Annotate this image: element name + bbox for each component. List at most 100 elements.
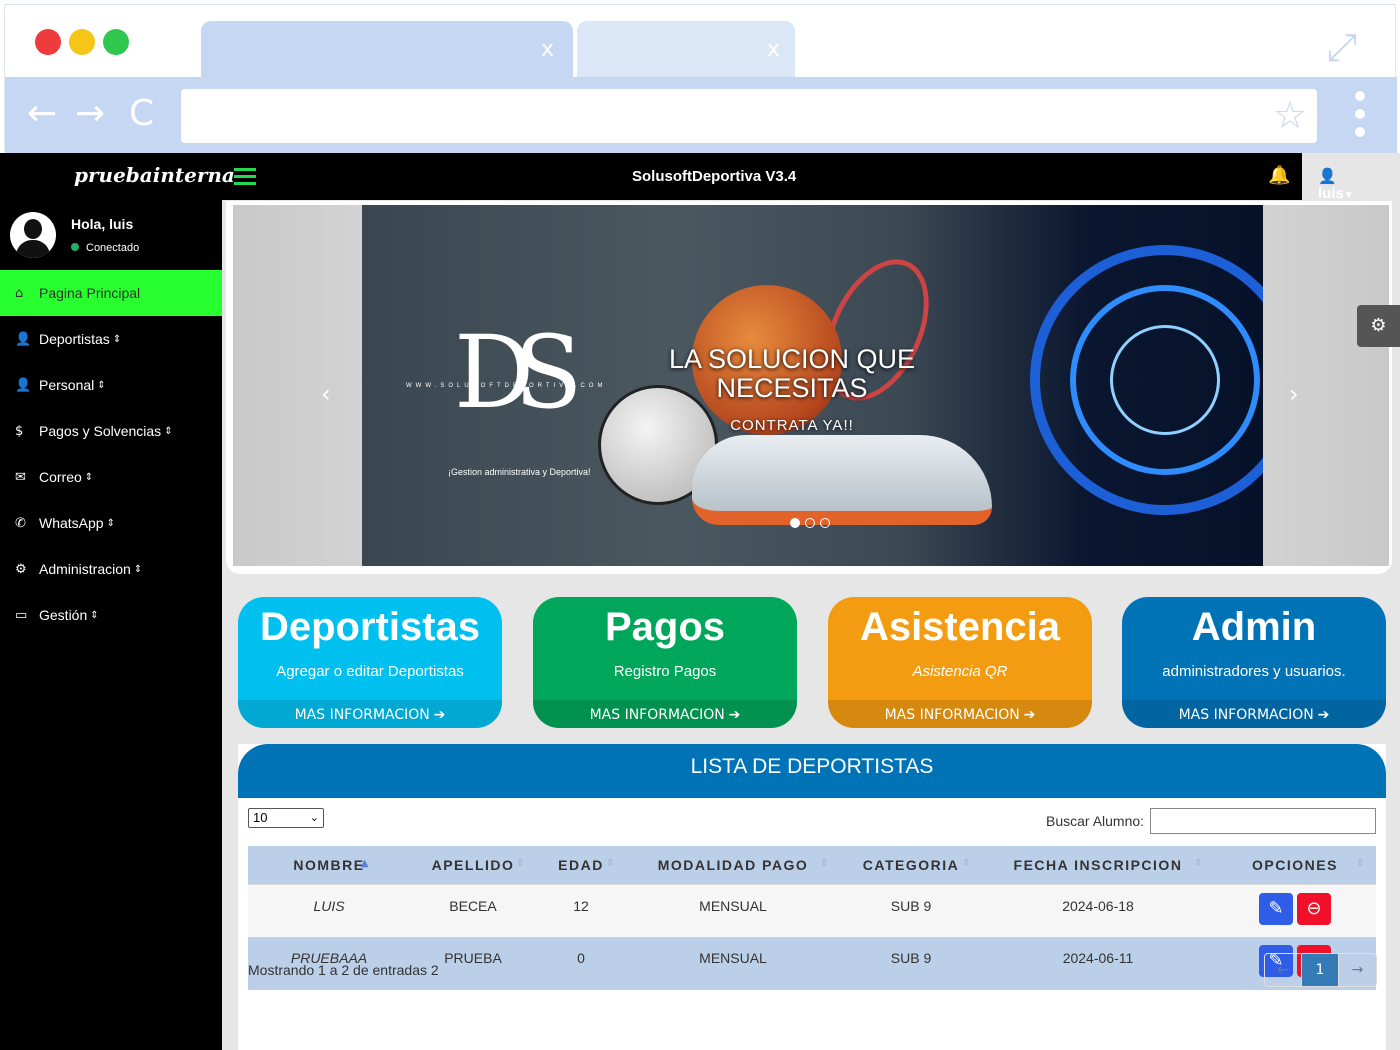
carousel-slide: DS WWW.SOLUSOFTDEPORTIVA.COM ¡Gestion ad… bbox=[362, 205, 1263, 566]
carousel-prev-icon[interactable]: ‹ bbox=[321, 380, 331, 408]
caret-down-icon: ▾ bbox=[1345, 188, 1352, 201]
sort-icon: ⇕ bbox=[1194, 858, 1204, 869]
delete-user-button[interactable]: ⊖ bbox=[1297, 892, 1331, 925]
brand-logo[interactable]: pruebainterna bbox=[74, 163, 235, 187]
arrow-circle-right-icon: ➔ bbox=[433, 707, 446, 723]
tab-close-icon[interactable]: x bbox=[767, 37, 780, 62]
sidebar-item-label: Gestión bbox=[39, 607, 88, 623]
edit-user-button[interactable]: ✎ bbox=[1259, 892, 1293, 925]
search-input[interactable] bbox=[1150, 808, 1376, 834]
more-info-link[interactable]: MAS INFORMACION ➔ bbox=[828, 700, 1092, 728]
carousel-indicator[interactable] bbox=[820, 518, 830, 528]
box-title: Deportistas bbox=[259, 605, 481, 649]
box-asistencia: Asistencia Asistencia QR MAS INFORMACION ➔ bbox=[828, 597, 1092, 728]
more-info-link[interactable]: MAS INFORMACION ➔ bbox=[238, 700, 502, 728]
sort-icon: ⇕ bbox=[106, 517, 115, 529]
envelope-icon: ✉ bbox=[15, 469, 26, 485]
page-length-select[interactable]: 10 ⌄ bbox=[248, 808, 324, 828]
more-info-link[interactable]: MAS INFORMACION ➔ bbox=[1122, 700, 1386, 728]
column-header-categoria[interactable]: CATEGORIA ⇕ bbox=[840, 846, 982, 884]
sidebar-item-pagos-y-solvencias[interactable]: $ Pagos y Solvencias ⇕ bbox=[0, 408, 222, 454]
folder-open-icon: ▭ bbox=[15, 607, 28, 623]
column-header-edad[interactable]: EDAD ⇕ bbox=[536, 846, 626, 884]
window-controls bbox=[35, 29, 129, 55]
logo-tagline: ¡Gestion administrativa y Deportiva! bbox=[448, 467, 591, 477]
tab-close-icon[interactable]: x bbox=[541, 37, 554, 62]
column-header-fecha-inscripcion[interactable]: FECHA INSCRIPCION ⇕ bbox=[982, 846, 1214, 884]
sort-icon: ⇕ bbox=[133, 563, 143, 575]
more-info-link[interactable]: MAS INFORMACION ➔ bbox=[533, 700, 797, 728]
sneaker-image bbox=[692, 435, 992, 525]
sort-icon: ⇕ bbox=[97, 379, 106, 391]
browser-menu-icon[interactable] bbox=[1355, 91, 1365, 137]
dollar-icon: $ bbox=[15, 423, 24, 439]
sidebar-item-deportistas[interactable]: 👤 Deportistas ⇕ bbox=[0, 316, 222, 362]
sidebar-item-pagina-principal[interactable]: ⌂ Pagina Principal bbox=[0, 270, 222, 316]
panel-title: LISTA DE DEPORTISTAS bbox=[238, 744, 1386, 798]
greeting: Hola, luis bbox=[71, 216, 134, 232]
cell-modalidad: MENSUAL bbox=[626, 937, 840, 990]
sidebar-item-gesti-n[interactable]: ▭ Gestión ⇕ bbox=[0, 592, 222, 638]
bookmark-star-icon[interactable]: ☆ bbox=[1273, 93, 1307, 137]
sidebar: Hola, luis Conectado ⌂ Pagina Principal 👤 D… bbox=[0, 200, 222, 1050]
sidebar-item-correo[interactable]: ✉ Correo ⇕ bbox=[0, 454, 222, 500]
forward-arrow-icon[interactable]: → bbox=[75, 93, 105, 134]
pagination-next[interactable]: → bbox=[1339, 954, 1376, 986]
carousel-indicators bbox=[790, 518, 830, 528]
address-bar[interactable]: ☆ bbox=[181, 89, 1317, 143]
sidebar-item-label: Pagina Principal bbox=[39, 285, 141, 301]
box-title: Asistencia bbox=[859, 605, 1061, 649]
top-navbar: pruebainterna SolusoftDeportiva V3.4 🔔 👤… bbox=[0, 153, 1351, 202]
expand-icon[interactable]: ⤢ bbox=[1327, 25, 1357, 70]
banner-carousel: DS WWW.SOLUSOFTDEPORTIVA.COM ¡Gestion ad… bbox=[233, 205, 1389, 566]
arrow-circle-right-icon: ➔ bbox=[728, 707, 741, 723]
home-icon: ⌂ bbox=[15, 285, 24, 301]
column-header-modalidad-pago[interactable]: MODALIDAD PAGO ⇕ bbox=[626, 846, 840, 884]
avatar bbox=[10, 212, 56, 258]
box-subtitle: Asistencia QR bbox=[912, 663, 1008, 680]
column-header-apellido[interactable]: APELLIDO ⇕ bbox=[410, 846, 536, 884]
app-title: SolusoftDeportiva V3.4 bbox=[632, 168, 797, 185]
caption-title: LA SOLUCION QUE NECESITAS bbox=[668, 344, 916, 403]
column-header-nombre[interactable]: NOMBRE ▲ bbox=[248, 846, 410, 884]
sidebar-item-personal[interactable]: 👤 Personal ⇕ bbox=[0, 362, 222, 408]
close-window-button[interactable] bbox=[35, 29, 61, 55]
column-header-opciones[interactable]: OPCIONES ⇕ bbox=[1214, 846, 1376, 884]
maximize-window-button[interactable] bbox=[103, 29, 129, 55]
settings-gear-icon[interactable]: ⚙ bbox=[1357, 305, 1400, 347]
carousel-indicator[interactable] bbox=[805, 518, 815, 528]
sidebar-item-label: WhatsApp bbox=[39, 515, 104, 531]
bell-icon[interactable]: 🔔 bbox=[1268, 165, 1290, 186]
online-status: Conectado bbox=[71, 242, 139, 254]
box-admin: Admin administradores y usuarios. MAS INFO… bbox=[1122, 597, 1386, 728]
cell-categoria: SUB 9 bbox=[840, 883, 982, 937]
cell-edad: 0 bbox=[536, 937, 626, 990]
status-dot-icon bbox=[71, 243, 79, 251]
sort-icon: ⇕ bbox=[84, 471, 94, 483]
pagination-page[interactable]: 1 bbox=[1302, 954, 1339, 986]
carousel-next-icon[interactable]: › bbox=[1289, 380, 1299, 408]
cell-apellido: BECEA bbox=[410, 883, 536, 937]
sidebar-toggle-icon[interactable] bbox=[234, 168, 256, 189]
ds-logo: DS bbox=[454, 314, 583, 431]
back-arrow-icon[interactable]: ← bbox=[27, 93, 57, 134]
table-header-row: NOMBRE ▲ APELLIDO ⇕ EDAD ⇕ MODALIDAD PAGO ⇕ CATE… bbox=[248, 846, 1376, 884]
user-menu[interactable]: 👤luis ▾ bbox=[1318, 167, 1351, 202]
browser-tab-2[interactable]: x bbox=[577, 21, 795, 81]
box-pagos: Pagos Registro Pagos MAS INFORMACION ➔ bbox=[533, 597, 797, 728]
box-deportistas: Deportistas Agregar o editar Deportistas M… bbox=[238, 597, 502, 728]
sidebar-item-administracion[interactable]: ⚙ Administracion ⇕ bbox=[0, 546, 222, 592]
carousel-indicator[interactable] bbox=[790, 518, 800, 528]
sidebar-item-whatsapp[interactable]: ✆ WhatsApp ⇕ bbox=[0, 500, 222, 546]
browser-tab-1[interactable]: x bbox=[201, 21, 573, 81]
reload-icon[interactable]: C bbox=[129, 93, 154, 134]
sort-icon: ⇕ bbox=[90, 609, 99, 621]
carousel-card: DS WWW.SOLUSOFTDEPORTIVA.COM ¡Gestion ad… bbox=[226, 201, 1392, 574]
pagination-prev[interactable]: ← bbox=[1265, 954, 1302, 986]
arrow-circle-right-icon: ➔ bbox=[1023, 707, 1036, 723]
minimize-window-button[interactable] bbox=[69, 29, 95, 55]
sort-icon: ⇕ bbox=[112, 333, 122, 345]
box-subtitle: Agregar o editar Deportistas bbox=[276, 663, 464, 680]
decor-ring bbox=[1110, 325, 1220, 435]
whatsapp-icon: ✆ bbox=[15, 515, 26, 531]
